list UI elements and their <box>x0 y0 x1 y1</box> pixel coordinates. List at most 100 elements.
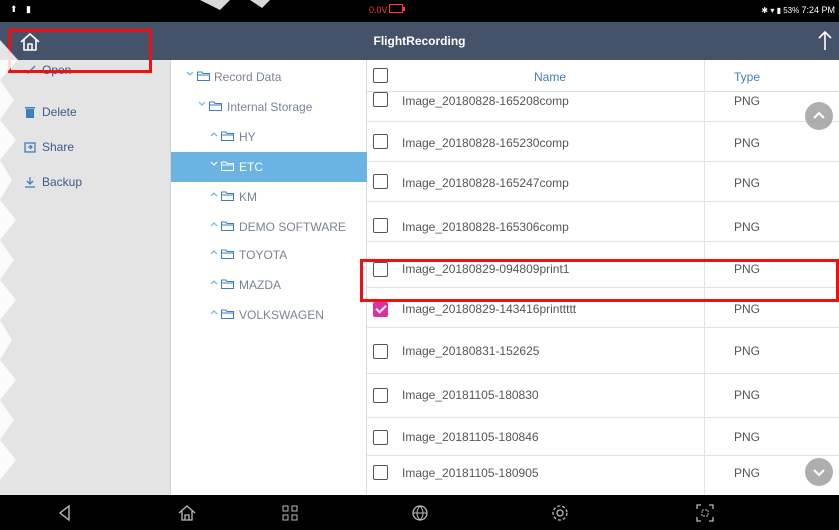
tree-node-label: DEMO SOFTWARE <box>239 220 346 234</box>
file-name: Image_20181105-180846 <box>402 430 539 444</box>
home-icon <box>178 505 196 521</box>
file-name: Image_20181105-180905 <box>402 466 539 480</box>
folder-icon <box>221 221 234 231</box>
nav-back-button[interactable] <box>55 503 75 523</box>
download-icon <box>25 177 35 188</box>
tree-node-km[interactable]: KM <box>171 182 367 212</box>
folder-icon <box>221 309 234 319</box>
tree-node-record-data[interactable]: Record Data <box>171 62 367 92</box>
status-bar: ⬆ ▮ 0.0V ✱ ▾ ▮ 53% 7:24 PM <box>0 0 839 22</box>
folder-icon <box>197 71 210 81</box>
row-checkbox[interactable] <box>373 134 388 149</box>
row-checkbox[interactable] <box>373 465 388 480</box>
select-all-checkbox[interactable] <box>373 68 388 83</box>
file-type: PNG <box>734 466 761 480</box>
table-row[interactable]: Image_20181105-180846 PNG <box>367 418 839 456</box>
voltage-readout: 0.0V <box>369 5 388 15</box>
row-checkbox[interactable] <box>373 430 388 445</box>
table-row[interactable]: Image_20181105-180905 PNG <box>367 456 839 495</box>
file-type: PNG <box>734 220 761 234</box>
trash-icon <box>25 107 35 118</box>
tree-node-demo-software[interactable]: DEMO SOFTWARE <box>171 212 367 242</box>
folder-tree: Record Data Internal Storage HY ETC KM D… <box>171 60 367 495</box>
screenshot-icon <box>696 504 714 522</box>
header-divider <box>704 60 705 92</box>
row-checkbox[interactable] <box>373 344 388 359</box>
nav-browser-button[interactable] <box>410 503 430 523</box>
upload-button[interactable] <box>816 28 834 54</box>
nav-home-button[interactable] <box>177 503 197 523</box>
table-row[interactable]: Image_20180828-165230comp PNG <box>367 122 839 162</box>
folder-icon <box>221 161 234 171</box>
folder-icon <box>209 101 222 111</box>
folder-icon <box>221 131 234 141</box>
sidebar-item-label: Share <box>42 140 75 154</box>
chevron-up-icon <box>210 222 218 227</box>
sidebar-item-backup[interactable]: Backup <box>0 165 171 200</box>
tree-node-label: HY <box>239 130 256 144</box>
scroll-down-button[interactable] <box>805 458 833 486</box>
highlight-home <box>8 29 152 73</box>
file-name: Image_20180828-165230comp <box>402 136 569 150</box>
file-type: PNG <box>734 302 761 316</box>
table-row[interactable]: Image_20180828-165306comp PNG <box>367 202 839 242</box>
list-header: Name Type <box>367 60 839 92</box>
nav-apps-button[interactable] <box>280 503 300 523</box>
tree-node-internal-storage[interactable]: Internal Storage <box>171 92 367 122</box>
row-checkbox[interactable] <box>373 174 388 189</box>
chevron-up-icon <box>210 250 218 255</box>
chevron-down-icon <box>210 161 218 166</box>
system-nav-bar <box>0 495 839 530</box>
system-indicators: ✱ ▾ ▮ 53% <box>761 6 800 15</box>
chevron-up-icon <box>210 132 218 137</box>
chevron-down-icon <box>186 71 194 76</box>
file-name: Image_20180831-152625 <box>402 344 540 358</box>
folder-icon <box>221 191 234 201</box>
tree-node-label: VOLKSWAGEN <box>239 308 324 322</box>
tree-node-label: Internal Storage <box>227 100 313 114</box>
tree-node-label: TOYOTA <box>239 248 288 262</box>
upload-icon <box>818 30 832 50</box>
tree-node-label: ETC <box>239 160 263 174</box>
table-row[interactable]: Image_20181105-180830 PNG <box>367 374 839 418</box>
file-name: Image_20180829-143416printtttt <box>402 302 577 316</box>
row-checkbox[interactable] <box>373 92 388 107</box>
tree-node-etc[interactable]: ETC <box>171 152 367 182</box>
file-type: PNG <box>734 388 761 402</box>
highlight-row <box>360 259 839 302</box>
settings-icon <box>552 505 568 521</box>
row-checkbox[interactable] <box>373 302 388 317</box>
row-checkbox[interactable] <box>373 388 388 403</box>
file-name: Image_20181105-180830 <box>402 388 539 402</box>
notification-icons: ⬆ ▮ <box>10 4 34 14</box>
row-checkbox[interactable] <box>373 218 388 233</box>
browser-icon <box>412 505 428 521</box>
system-status: ✱ ▾ ▮ 53% 7:24 PM <box>761 5 835 15</box>
file-type: PNG <box>734 176 761 190</box>
tree-node-toyota[interactable]: TOYOTA <box>171 240 367 270</box>
sidebar-item-share[interactable]: Share <box>0 130 171 165</box>
folder-icon <box>221 279 234 289</box>
column-header-name[interactable]: Name <box>534 70 566 84</box>
nav-screenshot-button[interactable] <box>695 503 715 523</box>
tree-node-mazda[interactable]: MAZDA <box>171 270 367 300</box>
tree-node-label: KM <box>239 190 257 204</box>
table-row[interactable]: Image_20180828-165247comp PNG <box>367 162 839 202</box>
chevron-up-icon <box>210 280 218 285</box>
chevron-down-icon <box>198 101 206 106</box>
column-header-type[interactable]: Type <box>734 70 760 84</box>
table-row[interactable]: Image_20180831-152625 PNG <box>367 328 839 374</box>
file-type: PNG <box>734 344 761 358</box>
file-type: PNG <box>734 94 761 108</box>
chevron-down-icon <box>813 469 825 477</box>
sidebar-item-delete[interactable]: Delete <box>0 95 171 130</box>
sidebar-item-label: Backup <box>42 175 83 189</box>
scroll-up-button[interactable] <box>805 102 833 130</box>
share-icon <box>24 142 36 153</box>
action-sidebar: Open Delete Share Backup <box>0 60 171 495</box>
file-type: PNG <box>734 430 761 444</box>
tree-node-hy[interactable]: HY <box>171 122 367 152</box>
tree-node-volkswagen[interactable]: VOLKSWAGEN <box>171 300 367 330</box>
sidebar-item-label: Delete <box>42 105 77 119</box>
nav-settings-button[interactable] <box>550 503 570 523</box>
